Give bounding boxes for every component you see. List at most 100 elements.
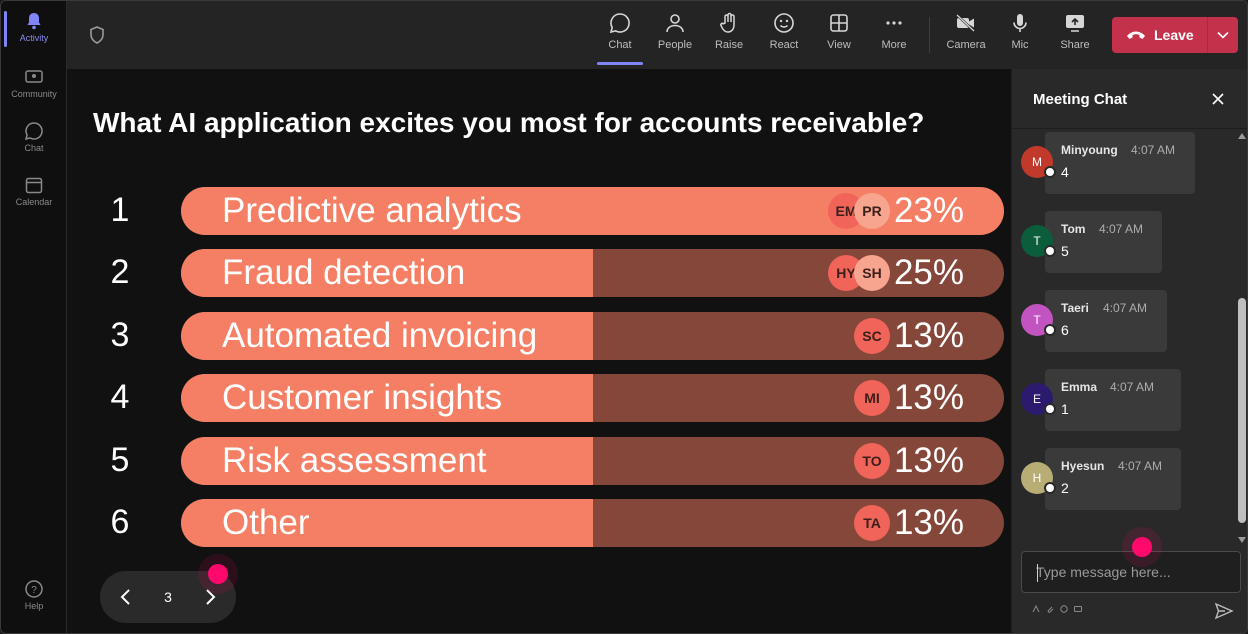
voter-avatar: SH (854, 255, 890, 291)
message-bubble[interactable]: Minyoung 4:07 AM 4 (1045, 132, 1195, 194)
rail-item-community[interactable]: Community (5, 67, 63, 117)
compose-box[interactable] (1021, 551, 1241, 593)
option-percentage: 13% (893, 441, 964, 480)
bell-icon (27, 13, 41, 30)
chat-bubble-icon (609, 13, 630, 34)
option-percentage: 13% (893, 378, 964, 417)
message-input[interactable] (1022, 552, 1240, 592)
emoji-icon[interactable] (1060, 605, 1068, 613)
chat-button[interactable]: Chat (593, 11, 647, 65)
avatar[interactable]: T (1021, 225, 1056, 257)
scroll-thumb[interactable] (1238, 298, 1246, 523)
message-text: 1 (1061, 401, 1069, 417)
close-icon[interactable] (1210, 91, 1226, 107)
voter-avatar: TA (854, 505, 890, 541)
leave-main[interactable]: Leave (1112, 17, 1208, 53)
option-number: 1 (110, 191, 130, 229)
rail-item-calendar[interactable]: Calendar (5, 175, 63, 225)
avatar-initial: T (1033, 234, 1041, 248)
attach-icon[interactable] (1046, 605, 1054, 613)
poll-option[interactable]: 3 Automated invoicing SC 13% (67, 312, 1011, 360)
leave-button[interactable]: Leave (1112, 17, 1238, 53)
poll-option[interactable]: 5 Risk assessment TO 13% (67, 437, 1011, 485)
message-time: 4:07 AM (1110, 380, 1155, 394)
page-number: 3 (164, 589, 172, 605)
shield-icon[interactable] (87, 25, 107, 45)
rail-item-activity[interactable]: Activity (5, 11, 63, 61)
poll-option[interactable]: 6 Other TA 13% (67, 499, 1011, 547)
leave-label: Leave (1154, 27, 1194, 43)
chat-icon (24, 122, 43, 141)
send-icon[interactable] (1214, 601, 1234, 621)
rail-label: Activity (19, 33, 49, 43)
message-time: 4:07 AM (1103, 301, 1148, 315)
avatar[interactable]: M (1021, 146, 1056, 178)
scroll-up-icon[interactable] (1238, 133, 1246, 139)
option-label: Predictive analytics (222, 191, 522, 230)
poll-option[interactable]: 2 Fraud detection HY SH 25% (67, 249, 1011, 297)
view-label: View (827, 39, 851, 51)
rail-label: Chat (24, 143, 44, 153)
chat-scrollbar[interactable] (1236, 133, 1247, 543)
poll-option[interactable]: 1 Predictive analytics EM PR 23% (67, 187, 1011, 235)
react-button[interactable]: React (757, 11, 811, 63)
message-bubble[interactable]: Taeri 4:07 AM 6 (1045, 290, 1167, 352)
option-label: Other (222, 503, 310, 542)
mic-label: Mic (1011, 39, 1029, 51)
help-icon: ? (25, 580, 43, 598)
message-time: 4:07 AM (1099, 222, 1144, 236)
chevron-left-icon[interactable] (114, 585, 138, 609)
view-button[interactable]: View (812, 11, 866, 63)
meeting-chat-panel: Meeting Chat Minyoung 4:07 AM 4 M Tom 4:07 AM… (1011, 69, 1247, 633)
presence-indicator (1044, 166, 1056, 178)
camera-button[interactable]: Camera (939, 11, 993, 63)
share-button[interactable]: Share (1048, 11, 1102, 63)
poll-option[interactable]: 4 Customer insights MI 13% (67, 374, 1011, 422)
hang-up-icon (1127, 31, 1145, 39)
smiley-icon (774, 13, 794, 33)
meeting-toolbar: Chat People Raise React View More Camera (67, 1, 1247, 69)
option-bar: Other TA 13% (181, 499, 1004, 547)
share-screen-icon (1066, 15, 1084, 32)
message-text: 4 (1061, 164, 1069, 180)
presence-indicator (1044, 482, 1056, 494)
scroll-down-icon[interactable] (1238, 537, 1246, 543)
more-button[interactable]: More (867, 11, 921, 63)
react-label: React (769, 39, 799, 51)
raise-label: Raise (714, 39, 744, 51)
avatar[interactable]: T (1021, 304, 1056, 336)
option-label: Customer insights (222, 378, 503, 417)
raise-hand-button[interactable]: Raise (702, 11, 756, 63)
option-number: 5 (110, 441, 130, 479)
text-caret (1037, 564, 1038, 582)
message-bubble[interactable]: Hyesun 4:07 AM 2 (1045, 448, 1181, 510)
chevron-down-icon (1217, 31, 1229, 39)
chat-header: Meeting Chat (1012, 69, 1247, 129)
option-percentage: 13% (893, 503, 964, 542)
avatar-initial: E (1032, 392, 1041, 406)
option-label: Automated invoicing (222, 316, 538, 355)
chevron-right-icon[interactable] (198, 585, 222, 609)
people-button[interactable]: People (648, 11, 702, 63)
more-dots-icon (886, 21, 902, 25)
svg-text:?: ? (31, 585, 37, 596)
leave-dropdown[interactable] (1208, 31, 1238, 39)
rail-item-help[interactable]: ? Help (5, 579, 63, 629)
rail-label: Help (24, 601, 44, 611)
mic-button[interactable]: Mic (993, 11, 1047, 63)
voter-avatar: MI (854, 380, 890, 416)
rail-item-chat[interactable]: Chat (5, 121, 63, 171)
poll-stage: What AI application excites you most for… (67, 69, 1011, 633)
calendar-icon (25, 177, 43, 194)
avatar-initial: T (1033, 313, 1041, 327)
format-icon[interactable] (1032, 605, 1040, 613)
message-bubble[interactable]: Tom 4:07 AM 5 (1045, 211, 1162, 273)
rail-label: Community (11, 89, 57, 99)
avatar[interactable]: H (1021, 462, 1056, 494)
presence-indicator (1044, 324, 1056, 336)
voter-avatar: SC (854, 318, 890, 354)
avatar[interactable]: E (1021, 383, 1056, 415)
gif-icon[interactable] (1074, 605, 1082, 613)
message-bubble[interactable]: Emma 4:07 AM 1 (1045, 369, 1181, 431)
pointer-highlight (208, 564, 228, 584)
